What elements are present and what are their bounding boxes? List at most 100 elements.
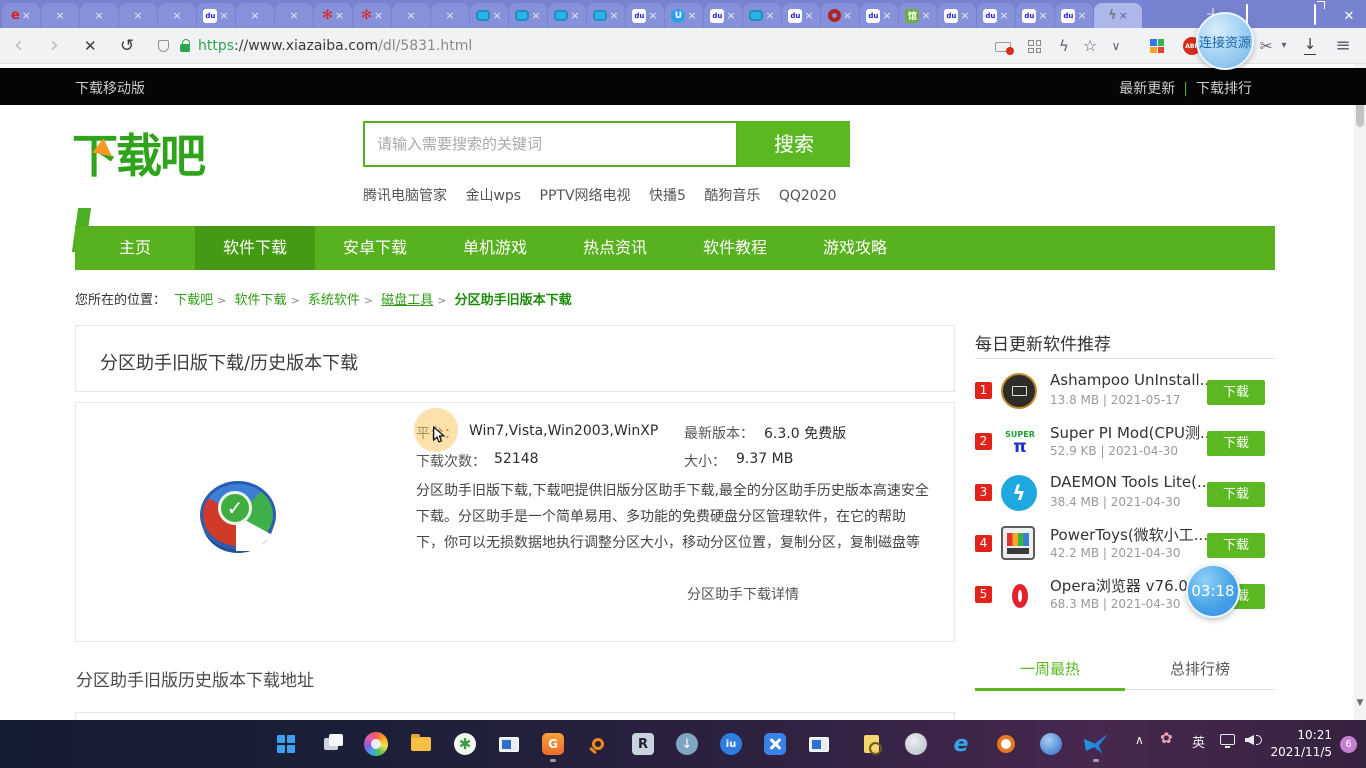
globe-blue-app-icon[interactable] — [1037, 730, 1065, 758]
tab-close-icon[interactable]: × — [687, 10, 696, 21]
software-name[interactable]: Super PI Mod(CPU测... — [1050, 422, 1214, 443]
task-view-button[interactable] — [317, 730, 345, 758]
tab-close-icon[interactable]: × — [22, 10, 31, 21]
r-app-icon[interactable]: R — [629, 730, 657, 758]
browser-tab[interactable]: U × — [665, 3, 703, 28]
browser-tab[interactable]: ✻ × — [353, 3, 391, 28]
browser-tab[interactable]: × — [236, 3, 274, 28]
recommend-item[interactable]: 4 PowerToys(微软小工... 42.2 MB | 2021-04-30… — [975, 523, 1275, 569]
file-explorer-icon[interactable] — [407, 730, 435, 758]
browser-tab[interactable]: × — [548, 3, 586, 28]
connect-resources-bubble[interactable]: 连接资源 — [1196, 12, 1254, 70]
restore-button[interactable] — [1298, 3, 1332, 25]
network-display-icon[interactable] — [1220, 734, 1235, 748]
browser-tab[interactable]: e × — [2, 3, 40, 28]
tab-close-icon[interactable]: × — [250, 10, 259, 21]
tab-close-icon[interactable]: × — [648, 10, 657, 21]
software-name[interactable]: DAEMON Tools Lite(... — [1050, 473, 1211, 491]
browser-tab[interactable]: × — [392, 3, 430, 28]
tab-close-icon[interactable]: × — [406, 10, 415, 21]
tab-close-icon[interactable]: × — [55, 10, 64, 21]
tab-close-icon[interactable]: × — [1077, 10, 1086, 21]
recommend-item[interactable]: 1 Ashampoo UnInstall... 13.8 MB | 2021-0… — [975, 370, 1275, 416]
browser-tab[interactable]: du × — [626, 3, 664, 28]
latest-updates-link[interactable]: 最新更新 — [1119, 81, 1175, 97]
nav-item-news[interactable]: 热点资讯 — [555, 226, 675, 270]
tab-close-icon[interactable]: × — [531, 10, 540, 21]
detail-link[interactable]: 分区助手下载详情 — [687, 584, 799, 604]
doc-search-app-icon[interactable] — [857, 730, 885, 758]
nav-item-tutorials[interactable]: 软件教程 — [675, 226, 795, 270]
timer-bubble[interactable]: 03:18 — [1186, 564, 1240, 618]
search-app-icon[interactable] — [584, 730, 612, 758]
download-rank-link[interactable]: 下载排行 — [1196, 81, 1252, 97]
caret-down-icon[interactable]: ▾ — [1278, 28, 1290, 64]
search-button[interactable]: 搜索 — [738, 121, 850, 167]
tab-close-icon[interactable]: × — [94, 10, 103, 21]
browser-tab[interactable]: × — [821, 3, 859, 28]
chevron-down-icon[interactable]: ∨ — [1108, 28, 1124, 64]
recommend-item[interactable]: 3 ϟ DAEMON Tools Lite(... 38.4 MB | 2021… — [975, 472, 1275, 518]
extensions-grid-icon[interactable] — [1150, 39, 1164, 53]
hot-word[interactable]: 腾讯电脑管家 — [363, 188, 447, 204]
nav-item-android[interactable]: 安卓下载 — [315, 226, 435, 270]
breadcrumb-link[interactable]: 磁盘工具 — [381, 293, 433, 308]
back-button[interactable]: ‹ — [14, 28, 23, 64]
tab-close-icon[interactable]: × — [882, 10, 891, 21]
breadcrumb-link[interactable]: 下载吧 — [174, 293, 213, 308]
tab-close-icon[interactable]: × — [960, 10, 969, 21]
hot-word[interactable]: 金山wps — [465, 188, 521, 204]
browser-tab[interactable]: 馆 × — [899, 3, 937, 28]
browser-tab[interactable]: du × — [977, 3, 1015, 28]
breadcrumb-link[interactable]: 软件下载 — [235, 293, 287, 308]
tab-close-icon[interactable]: × — [1038, 10, 1047, 21]
nav-item-strategy[interactable]: 游戏攻略 — [795, 226, 915, 270]
tab-close-icon[interactable]: × — [570, 10, 579, 21]
sync-app-icon[interactable] — [992, 730, 1020, 758]
tab-close-icon[interactable]: × — [999, 10, 1008, 21]
volume-icon[interactable] — [1245, 734, 1263, 746]
tab-close-icon[interactable]: × — [492, 10, 501, 21]
browser-app-icon[interactable] — [362, 730, 390, 758]
tab-close-icon[interactable]: × — [1119, 10, 1128, 21]
software-name[interactable]: Ashampoo UnInstall... — [1050, 371, 1214, 389]
bookmark-star-icon[interactable]: ☆ — [1082, 28, 1098, 64]
notification-badge[interactable]: 6 — [1340, 736, 1357, 753]
shield-icon[interactable] — [158, 40, 169, 52]
tab-close-icon[interactable]: × — [445, 10, 454, 21]
browser-tab[interactable]: × — [431, 3, 469, 28]
browser-tab[interactable]: × — [158, 3, 196, 28]
stop-button[interactable]: ✕ — [84, 28, 97, 64]
download-button[interactable]: 下载 — [1207, 533, 1265, 558]
download-button[interactable]: 下载 — [1207, 431, 1265, 456]
menu-icon[interactable]: ≡ — [1334, 28, 1352, 64]
qr-code-icon[interactable] — [1028, 40, 1041, 53]
close-button[interactable]: ✕ — [1332, 5, 1366, 24]
tray-flower-icon[interactable]: ✿ — [1160, 729, 1173, 747]
nav-item-games[interactable]: 单机游戏 — [435, 226, 555, 270]
tab-close-icon[interactable]: × — [804, 10, 813, 21]
search-input[interactable] — [363, 121, 738, 167]
tab-close-icon[interactable]: × — [133, 10, 142, 21]
browser-tab[interactable]: × — [80, 3, 118, 28]
address-url[interactable]: https://www.xiazaiba.com/dl/5831.html — [198, 28, 472, 64]
browser-tab[interactable]: × — [509, 3, 547, 28]
tray-clock[interactable]: 10:21 2021/11/5 — [1270, 727, 1332, 761]
forward-button[interactable]: › — [50, 28, 59, 64]
browser-tab[interactable]: × — [275, 3, 313, 28]
ime-indicator[interactable]: 英 — [1192, 732, 1205, 751]
globe-app-icon[interactable] — [902, 730, 930, 758]
start-button[interactable] — [272, 730, 300, 758]
browser-tab[interactable]: × — [470, 3, 508, 28]
tab-close-icon[interactable]: × — [609, 10, 618, 21]
internet-explorer-icon[interactable]: e — [947, 730, 975, 758]
ev-app-icon[interactable]: ✱ — [451, 730, 479, 758]
tab-week-hot[interactable]: 一周最热 — [975, 658, 1125, 679]
breadcrumb-link[interactable]: 系统软件 — [308, 293, 360, 308]
browser-tab[interactable]: du × — [704, 3, 742, 28]
download-button[interactable]: 下载 — [1207, 482, 1265, 507]
tab-total-rank[interactable]: 总排行榜 — [1125, 658, 1275, 679]
browser-tab[interactable]: × — [743, 3, 781, 28]
reload-button[interactable]: ↺ — [120, 28, 134, 64]
downloads-icon[interactable]: ↓ — [1303, 34, 1317, 55]
